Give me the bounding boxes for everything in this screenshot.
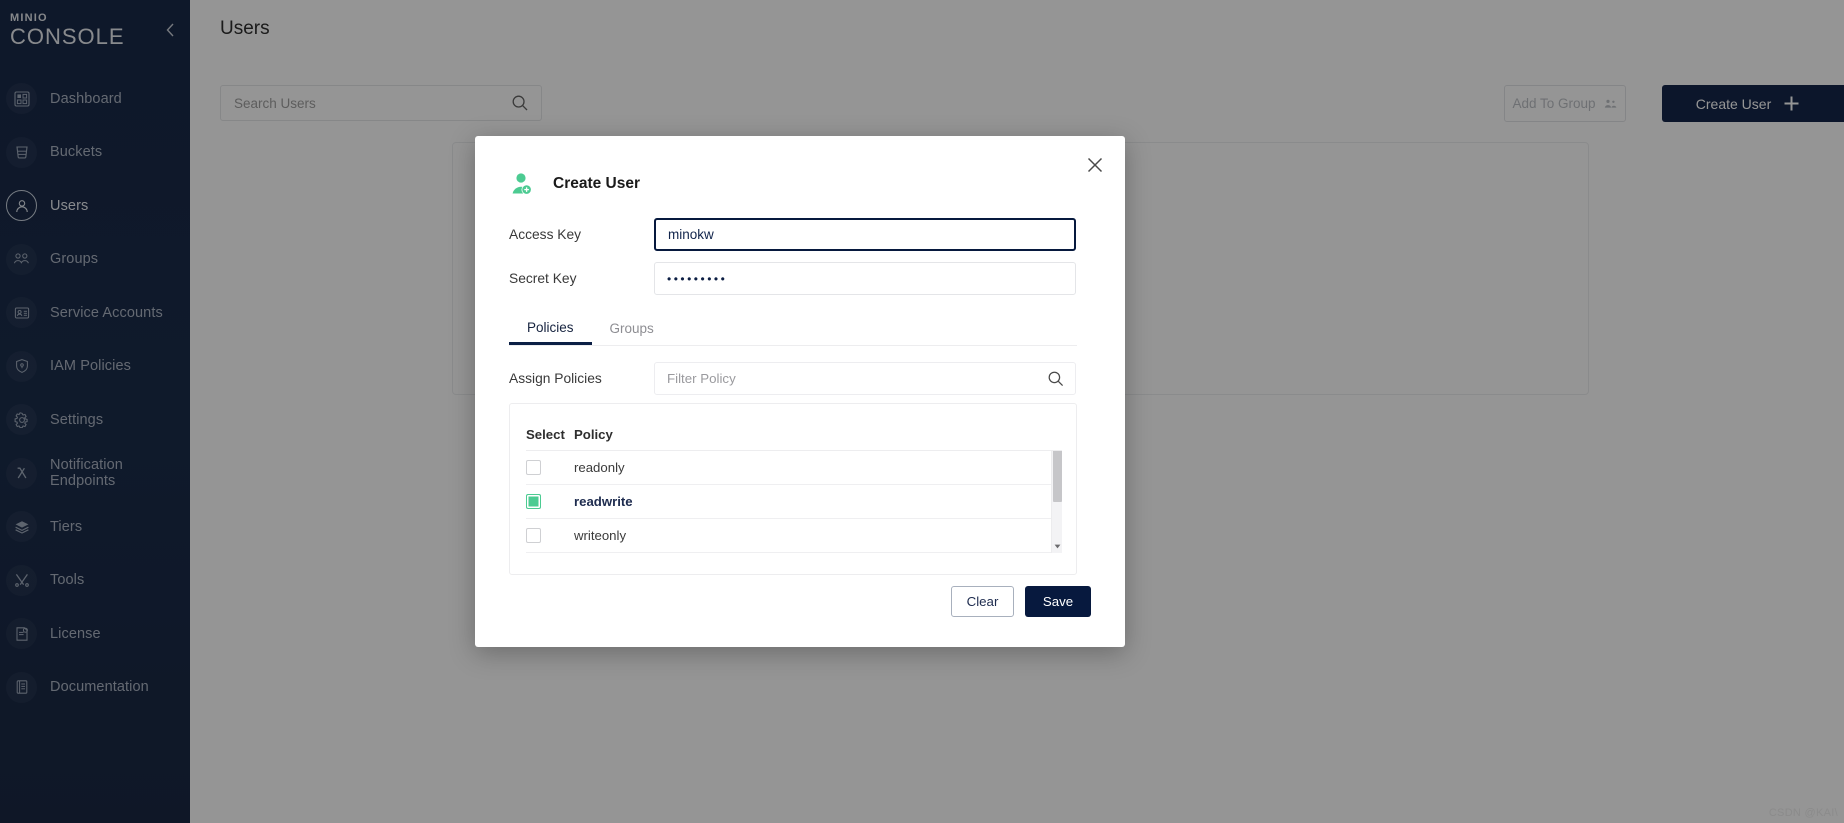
row-select-cell[interactable]: [526, 494, 574, 509]
close-icon[interactable]: [1086, 156, 1106, 176]
dialog-header: Create User: [509, 171, 640, 197]
app-root: MINIO CONSOLE Dashboard Buckets Users Gr…: [0, 0, 1844, 823]
watermark: CSDN @KAI\: [1768, 807, 1838, 819]
scroll-down-icon[interactable]: [1053, 542, 1062, 551]
policy-checkbox[interactable]: [526, 460, 541, 475]
policy-checkbox[interactable]: [526, 494, 541, 509]
table-row[interactable]: readwrite: [526, 485, 1062, 519]
dialog-actions: Clear Save: [951, 586, 1091, 617]
policy-name: readonly: [574, 460, 625, 475]
access-key-value: minokw: [668, 227, 714, 242]
policy-table: Select Policy readonly readwrite writeon…: [526, 418, 1062, 553]
search-icon[interactable]: [1047, 370, 1065, 388]
secret-key-row: Secret Key •••••••••: [509, 262, 1076, 295]
policy-table-header: Select Policy: [526, 418, 1062, 451]
scrollbar-thumb[interactable]: [1053, 451, 1062, 502]
tab-groups[interactable]: Groups: [592, 312, 672, 345]
filter-policy-input[interactable]: Filter Policy: [654, 362, 1076, 395]
clear-button[interactable]: Clear: [951, 586, 1014, 617]
assign-policies-row: Assign Policies Filter Policy: [509, 362, 1076, 395]
create-user-dialog: Create User Access Key minokw Secret Key…: [475, 136, 1125, 647]
row-select-cell[interactable]: [526, 460, 574, 475]
policy-table-scrollbar[interactable]: [1051, 451, 1062, 553]
secret-key-field[interactable]: •••••••••: [654, 262, 1076, 295]
policy-name: writeonly: [574, 528, 627, 543]
policy-name: readwrite: [574, 494, 633, 509]
user-add-icon: [509, 171, 535, 197]
row-select-cell[interactable]: [526, 528, 574, 543]
column-header-select: Select: [526, 426, 565, 442]
filter-policy-placeholder: Filter Policy: [667, 371, 736, 386]
dialog-title: Create User: [553, 175, 641, 192]
access-key-field[interactable]: minokw: [654, 218, 1076, 251]
secret-key-value: •••••••••: [667, 271, 728, 286]
column-header-policy: Policy: [574, 426, 613, 442]
assign-policies-label: Assign Policies: [509, 371, 602, 386]
access-key-label: Access Key: [509, 227, 582, 242]
policy-table-body: readonly readwrite writeonly: [526, 451, 1062, 553]
policy-checkbox[interactable]: [526, 528, 541, 543]
policy-table-card: Select Policy readonly readwrite writeon…: [509, 403, 1077, 575]
access-key-row: Access Key minokw: [509, 218, 1076, 251]
save-button[interactable]: Save: [1025, 586, 1091, 617]
table-row[interactable]: writeonly: [526, 519, 1062, 553]
secret-key-label: Secret Key: [509, 271, 577, 286]
dialog-tabs: Policies Groups: [509, 312, 1077, 346]
table-row[interactable]: readonly: [526, 451, 1062, 485]
tab-policies[interactable]: Policies: [509, 312, 592, 345]
